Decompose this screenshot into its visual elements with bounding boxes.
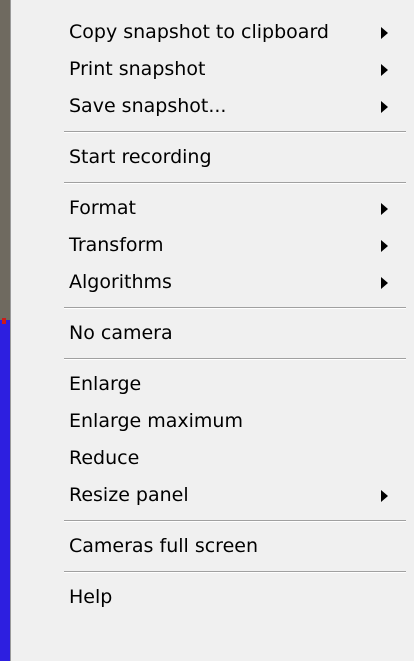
menu-item-no-camera[interactable]: No camera: [11, 315, 414, 352]
menu-item-label: Resize panel: [69, 484, 189, 506]
submenu-arrow-icon: [381, 63, 388, 76]
menu-item-enlarge-maximum[interactable]: Enlarge maximum: [11, 403, 414, 440]
submenu-arrow-icon: [381, 100, 388, 113]
background-dark-region: [0, 0, 10, 320]
menu-separator: [11, 352, 414, 366]
menu-separator: [11, 176, 414, 190]
menu-item-resize-panel[interactable]: Resize panel: [11, 477, 414, 514]
menu-item-help[interactable]: Help: [11, 579, 414, 616]
menu-item-cameras-full-screen[interactable]: Cameras full screen: [11, 528, 414, 565]
menu-separator: [11, 565, 414, 579]
submenu-arrow-icon: [381, 26, 388, 39]
menu-item-algorithms[interactable]: Algorithms: [11, 264, 414, 301]
menu-item-label: Transform: [69, 234, 164, 256]
menu-item-print-snapshot[interactable]: Print snapshot: [11, 51, 414, 88]
menu-item-label: Help: [69, 586, 113, 608]
menu-item-label: Algorithms: [69, 271, 172, 293]
context-menu: Copy snapshot to clipboard Print snapsho…: [10, 0, 414, 661]
menu-item-format[interactable]: Format: [11, 190, 414, 227]
menu-separator: [11, 514, 414, 528]
menu-item-label: No camera: [69, 322, 173, 344]
menu-item-label: Start recording: [69, 146, 212, 168]
submenu-arrow-icon: [381, 202, 388, 215]
menu-item-start-recording[interactable]: Start recording: [11, 139, 414, 176]
background-red-mark: [2, 318, 6, 324]
submenu-arrow-icon: [381, 489, 388, 502]
submenu-arrow-icon: [381, 276, 388, 289]
submenu-arrow-icon: [381, 239, 388, 252]
menu-item-enlarge[interactable]: Enlarge: [11, 366, 414, 403]
menu-item-label: Save snapshot...: [69, 95, 227, 117]
menu-item-transform[interactable]: Transform: [11, 227, 414, 264]
menu-item-copy-snapshot-to-clipboard[interactable]: Copy snapshot to clipboard: [11, 14, 414, 51]
menu-separator: [11, 125, 414, 139]
background-blue-region: [0, 320, 10, 661]
menu-item-save-snapshot[interactable]: Save snapshot...: [11, 88, 414, 125]
menu-item-reduce[interactable]: Reduce: [11, 440, 414, 477]
menu-item-label: Cameras full screen: [69, 535, 258, 557]
menu-item-label: Format: [69, 197, 136, 219]
menu-separator: [11, 301, 414, 315]
menu-item-label: Enlarge maximum: [69, 410, 243, 432]
menu-item-label: Print snapshot: [69, 58, 206, 80]
menu-item-label: Reduce: [69, 447, 140, 469]
menu-item-label: Copy snapshot to clipboard: [69, 21, 329, 43]
menu-item-label: Enlarge: [69, 373, 142, 395]
